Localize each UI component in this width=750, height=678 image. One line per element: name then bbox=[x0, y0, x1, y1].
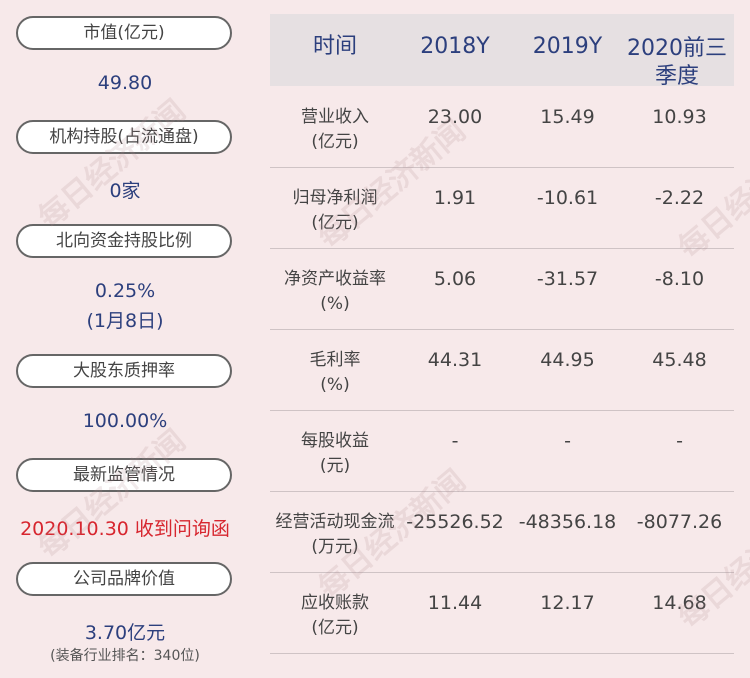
header-time: 时间 bbox=[312, 34, 357, 59]
table-header: 时间 2018Y 2019Y 2020前三 季度 bbox=[270, 14, 734, 89]
row-label: 每股收益 (元) bbox=[301, 431, 369, 476]
table-cell: 44.31 bbox=[427, 349, 483, 371]
market-cap-label: 市值(亿元) bbox=[16, 16, 232, 50]
table-cell: 11.44 bbox=[427, 592, 483, 614]
table-row: 每股收益 (元) - - - bbox=[270, 410, 734, 492]
header-2020q3: 2020前三 季度 bbox=[620, 35, 734, 91]
table-cell: 44.95 bbox=[540, 349, 595, 371]
header-2018: 2018Y bbox=[420, 34, 490, 59]
northbound-ratio-date: (1月8日) bbox=[86, 310, 164, 332]
table-row: 净资产收益率 (%) 5.06 -31.57 -8.10 bbox=[270, 248, 734, 330]
market-cap-value: 49.80 bbox=[97, 72, 153, 94]
table-cell: -48356.18 bbox=[518, 511, 617, 533]
table-cell: -31.57 bbox=[536, 268, 599, 290]
table-cell: - bbox=[676, 430, 683, 452]
header-2019: 2019Y bbox=[532, 34, 603, 59]
brand-rank-note: (装备行业排名：340位) bbox=[50, 648, 200, 664]
northbound-ratio-value: 0.25% bbox=[94, 280, 156, 302]
header-2020q3-line1: 2020前三 bbox=[627, 36, 727, 61]
table-cell: - bbox=[564, 430, 571, 452]
table-cell: -8077.26 bbox=[636, 511, 723, 533]
row-label: 毛利率 (%) bbox=[309, 350, 361, 395]
table-row: 营业收入 (亿元) 23.00 15.49 10.93 bbox=[270, 86, 734, 168]
table-cell: 5.06 bbox=[433, 268, 477, 290]
table-cell: 1.91 bbox=[433, 187, 477, 209]
pledge-rate-label: 大股东质押率 bbox=[16, 354, 232, 388]
pledge-rate-value: 100.00% bbox=[82, 410, 168, 432]
left-panel: 市值(亿元) 49.80 机构持股(占流通盘) 0家 北向资金持股比例 0.25… bbox=[0, 0, 250, 678]
table-cell: 15.49 bbox=[540, 106, 595, 128]
row-label: 营业收入 (亿元) bbox=[301, 107, 369, 152]
brand-value-label: 公司品牌价值 bbox=[16, 562, 232, 596]
table-row: 毛利率 (%) 44.31 44.95 45.48 bbox=[270, 329, 734, 411]
brand-value-value: 3.70亿元 bbox=[84, 622, 166, 644]
table-cell: 10.93 bbox=[652, 106, 707, 128]
table-cell: 45.48 bbox=[652, 349, 707, 371]
table-cell: -8.10 bbox=[654, 268, 705, 290]
table-cell: 12.17 bbox=[540, 592, 595, 614]
table-cell: -10.61 bbox=[536, 187, 599, 209]
table-cell: - bbox=[451, 430, 459, 452]
row-label: 净资产收益率 (%) bbox=[284, 269, 386, 314]
